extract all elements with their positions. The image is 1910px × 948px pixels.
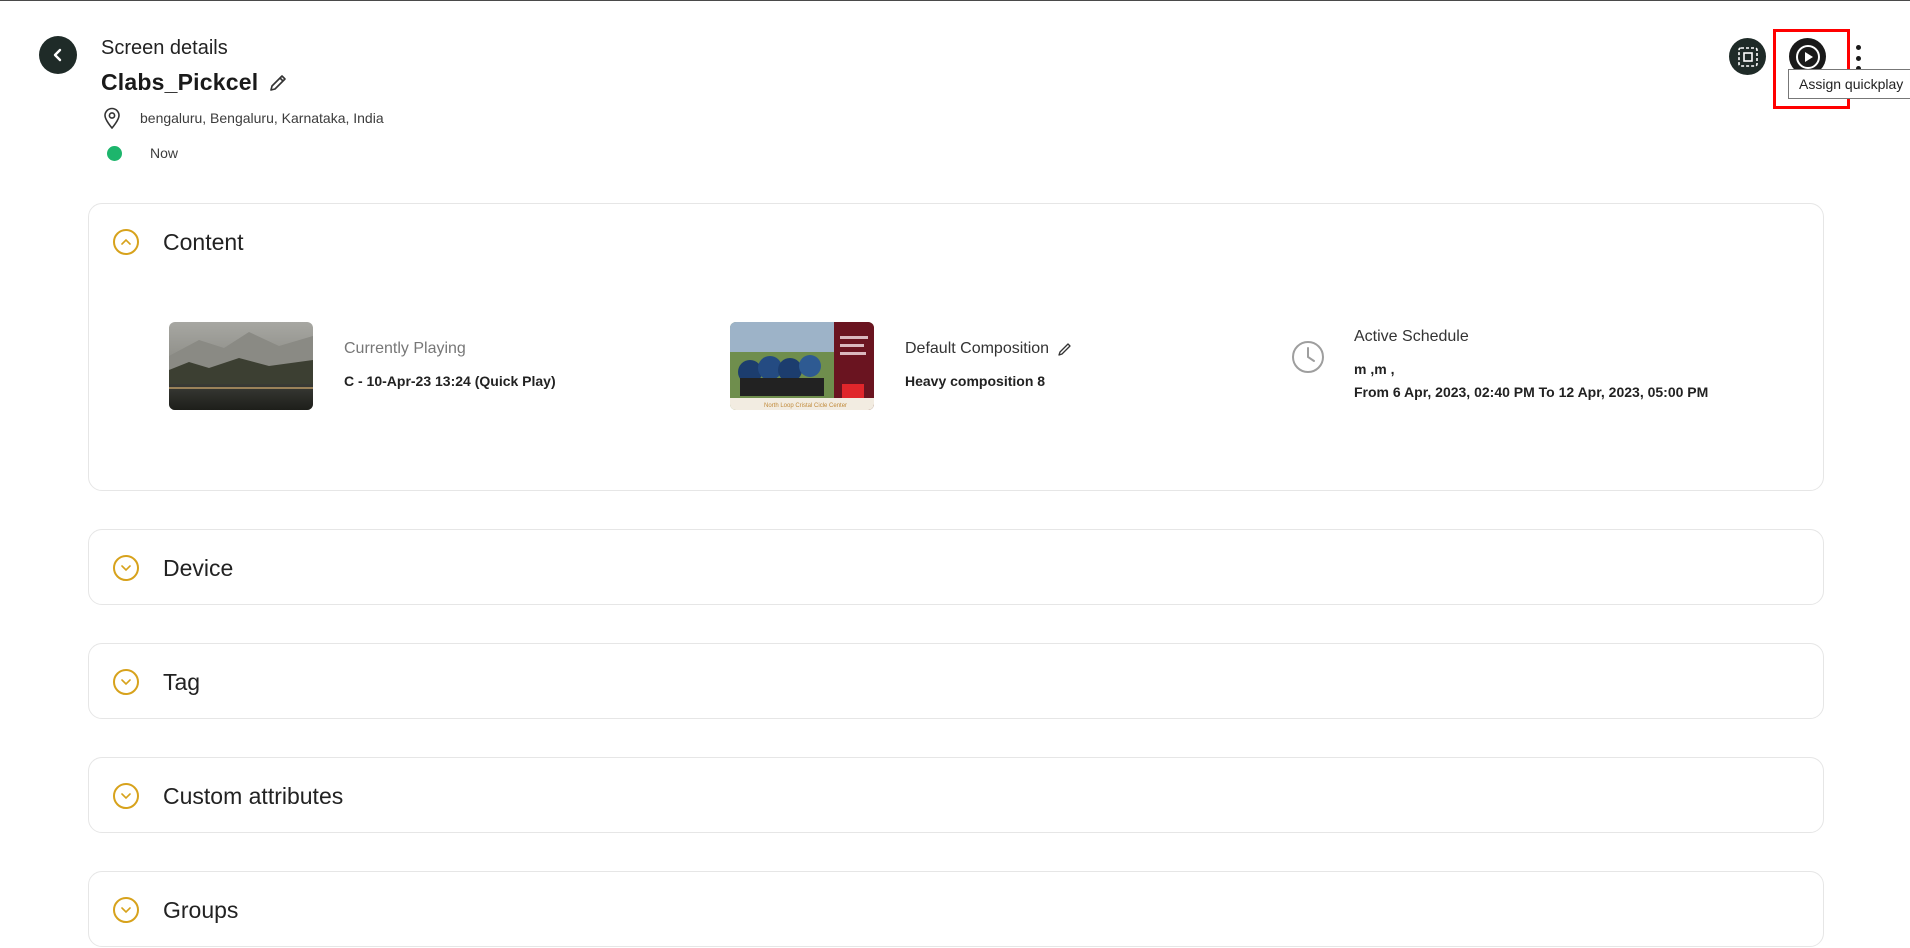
- composition-thumbnail: North Loop Cristal Cicle Center: [730, 322, 874, 410]
- page-eyebrow: Screen details: [101, 37, 228, 59]
- currently-playing-thumbnail: [169, 322, 313, 410]
- device-panel: Device: [88, 529, 1824, 605]
- groups-section-header[interactable]: Groups: [113, 872, 238, 948]
- more-dot-icon: [1855, 45, 1861, 50]
- chevron-down-icon: [113, 555, 139, 581]
- device-section-header[interactable]: Device: [113, 530, 233, 606]
- groups-section-title: Groups: [163, 896, 239, 923]
- screen-frame-icon: [1737, 46, 1758, 67]
- edit-title-icon[interactable]: [267, 72, 289, 94]
- screen-preview-button[interactable]: [1729, 38, 1766, 75]
- assign-quickplay-tooltip: Assign quickplay: [1788, 69, 1910, 99]
- clock-icon: [1290, 339, 1326, 380]
- composition-value: Heavy composition 8: [905, 373, 1046, 389]
- composition-thumb-caption: North Loop Cristal Cicle Center: [764, 403, 847, 409]
- custom-attributes-section-header[interactable]: Custom attributes: [113, 758, 343, 834]
- back-button[interactable]: [39, 36, 77, 74]
- tag-section-header[interactable]: Tag: [113, 644, 200, 720]
- status-dot: [107, 145, 122, 161]
- currently-playing-label: Currently Playing: [344, 340, 466, 357]
- location-text: bengaluru, Bengaluru, Karnataka, India: [140, 110, 384, 126]
- composition-label: Default Composition: [905, 340, 1050, 357]
- groups-panel: Groups: [88, 871, 1824, 947]
- chevron-down-icon: [113, 669, 139, 695]
- status-row: Now: [107, 145, 178, 161]
- custom-attributes-section-title: Custom attributes: [163, 782, 344, 809]
- content-section-header[interactable]: Content: [113, 204, 244, 280]
- page-title: Clabs_Pickcel: [101, 69, 259, 95]
- content-section-title: Content: [163, 228, 244, 255]
- location-pin-icon: [104, 107, 120, 129]
- active-schedule-label: Active Schedule: [1354, 328, 1469, 345]
- chevron-down-icon: [113, 783, 139, 809]
- composition-label-row: Default Composition: [905, 340, 1073, 358]
- edit-composition-icon[interactable]: [1057, 341, 1073, 357]
- currently-playing-value: C - 10-Apr-23 13:24 (Quick Play): [344, 373, 556, 389]
- more-options-button[interactable]: [1852, 45, 1864, 71]
- tag-panel: Tag: [88, 643, 1824, 719]
- chevron-down-icon: [113, 897, 139, 923]
- active-schedule-range: From 6 Apr, 2023, 02:40 PM To 12 Apr, 20…: [1354, 384, 1709, 400]
- more-dot-icon: [1855, 55, 1861, 61]
- content-panel: Content Currently Playing C - 10-Apr-23 …: [88, 203, 1824, 491]
- tag-section-title: Tag: [163, 668, 201, 695]
- chevron-up-icon: [113, 229, 139, 255]
- chevron-left-icon: [53, 48, 62, 62]
- device-section-title: Device: [163, 554, 234, 581]
- status-text: Now: [150, 145, 179, 161]
- title-row: Clabs_Pickcel: [101, 69, 289, 96]
- active-schedule-name: m ,m ,: [1354, 361, 1395, 377]
- location-row: bengaluru, Bengaluru, Karnataka, India: [103, 107, 384, 129]
- custom-attributes-panel: Custom attributes: [88, 757, 1824, 833]
